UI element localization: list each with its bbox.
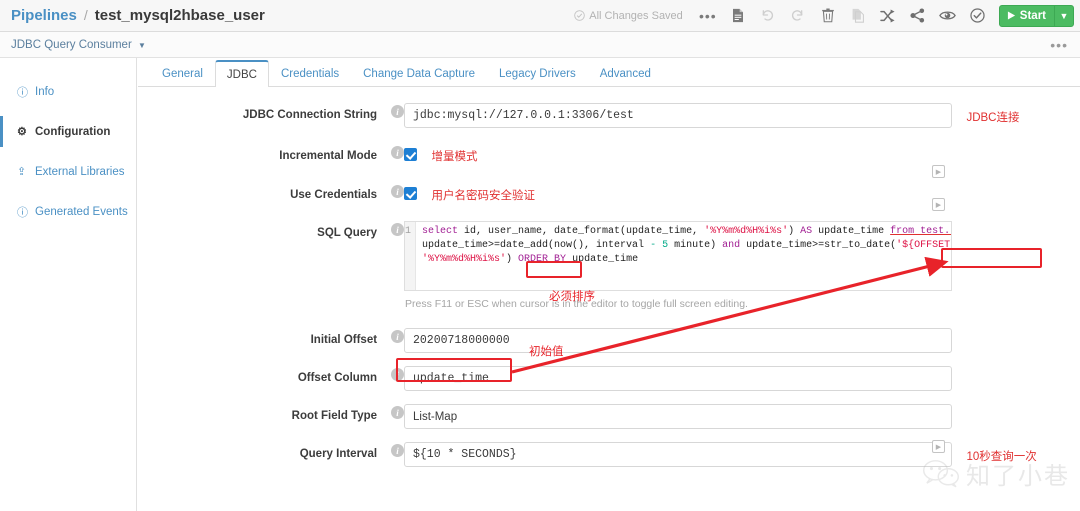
code-line-3: '%Y%m%d%H%i%s') ORDER BY update_time [422, 254, 639, 265]
start-button-group[interactable]: Start ▼ [998, 4, 1074, 27]
sidebar-item-configuration[interactable]: ⚙ Configuration [0, 116, 136, 147]
info-icon[interactable]: i [391, 368, 404, 381]
breadcrumb: Pipelines / test_mysql2hbase_user [0, 7, 265, 24]
stage-selector-label: JDBC Query Consumer [11, 38, 132, 51]
field-row-root-field-type: Root Field Type i [138, 404, 1080, 429]
annotation-incremental-mode: 增量模式 [431, 151, 478, 163]
info-icon[interactable]: i [391, 146, 404, 159]
info-icon[interactable]: i [391, 330, 404, 343]
field-row-initial-offset: Initial Offset i [138, 328, 1080, 353]
sidebar-item-label: Generated Events [35, 205, 128, 218]
pipeline-config-screen: Pipelines / test_mysql2hbase_user All Ch… [0, 0, 1080, 511]
tab-advanced[interactable]: Advanced [588, 60, 663, 87]
expression-toggle-icon-incremental-mode[interactable]: ▶ [932, 165, 945, 178]
header-toolbar: All Changes Saved ••• Start ▼ [574, 0, 1080, 32]
sidebar-item-info[interactable]: ⓘ Info [0, 76, 136, 107]
field-row-sql-query: SQL Query i 1 select id, user_name, date… [138, 221, 1080, 310]
incremental-mode-label: Incremental Mode [279, 150, 378, 162]
code-line-2: update_time>=date_add(now(), interval - … [422, 240, 951, 251]
sql-query-editor[interactable]: 1 select id, user_name, date_format(upda… [404, 221, 952, 291]
sidebar-item-generated-events[interactable]: ⓘ Generated Events [0, 196, 136, 227]
upload-icon: ⇪ [17, 166, 27, 178]
field-row-offset-column: Offset Column i [138, 366, 1080, 391]
annotation-use-credentials: 用户名密码安全验证 [431, 190, 535, 202]
stage-more-options-icon[interactable]: ••• [1050, 38, 1068, 52]
stage-selector-bar: JDBC Query Consumer ▼ ••• [0, 32, 1080, 58]
info-icon[interactable]: i [391, 185, 404, 198]
page-title: test_mysql2hbase_user [94, 7, 265, 24]
tab-jdbc[interactable]: JDBC [214, 60, 269, 87]
validate-check-icon[interactable] [963, 0, 993, 32]
info-icon[interactable]: i [391, 406, 404, 419]
offset-column-label: Offset Column [297, 372, 378, 384]
initial-offset-label: Initial Offset [310, 334, 378, 346]
annotation-query-interval: 10秒查询一次 [966, 451, 1037, 463]
info-icon: ⓘ [17, 86, 28, 99]
root-field-type-select[interactable] [404, 404, 952, 429]
duplicate-icon [843, 0, 873, 32]
gear-icon: ⚙ [17, 126, 27, 138]
annotation-initial-value: 初始值 [529, 346, 564, 358]
save-status-label: All Changes Saved [589, 9, 683, 22]
eye-icon[interactable] [933, 0, 963, 32]
start-button-label: Start [1019, 9, 1046, 22]
jdbc-config-form: JDBC Connection String i JDBC连接 Incremen… [138, 87, 1080, 467]
tab-general[interactable]: General [150, 60, 215, 87]
info-icon[interactable]: i [391, 444, 404, 457]
use-credentials-label: Use Credentials [290, 189, 378, 201]
play-icon [1007, 11, 1015, 20]
sidebar-item-label: Info [35, 85, 55, 98]
expression-toggle-icon-use-credentials[interactable]: ▶ [932, 198, 945, 211]
shuffle-icon[interactable] [873, 0, 903, 32]
tab-change-data-capture[interactable]: Change Data Capture [351, 60, 487, 87]
sidebar-item-label: Configuration [35, 125, 111, 138]
sql-query-code[interactable]: select id, user_name, date_format(update… [416, 222, 951, 290]
incremental-mode-checkbox[interactable] [404, 148, 417, 161]
info-icon[interactable]: i [391, 105, 404, 118]
check-circle-icon [574, 10, 585, 21]
sql-query-hint: Press F11 or ESC when cursor is in the e… [405, 298, 748, 310]
share-icon[interactable] [903, 0, 933, 32]
code-line-1: select id, user_name, date_format(update… [422, 226, 951, 237]
info-icon: ⓘ [17, 206, 28, 219]
query-interval-input[interactable] [404, 442, 952, 467]
sidebar-item-label: External Libraries [35, 165, 125, 178]
root-field-type-label: Root Field Type [291, 410, 378, 422]
info-icon[interactable]: i [391, 223, 404, 236]
more-options-icon[interactable]: ••• [693, 0, 723, 32]
preview-document-icon[interactable] [723, 0, 753, 32]
start-button[interactable]: Start [1000, 6, 1054, 26]
line-number: 1 [405, 226, 412, 237]
start-dropdown-caret[interactable]: ▼ [1054, 5, 1073, 26]
tab-credentials[interactable]: Credentials [269, 60, 351, 87]
breadcrumb-separator: / [83, 7, 88, 23]
config-sidebar: ⓘ Info ⚙ Configuration ⇪ External Librar… [0, 58, 137, 511]
undo-icon [753, 0, 783, 32]
editor-gutter: 1 [405, 222, 417, 290]
sql-query-label: SQL Query [317, 227, 378, 239]
save-status: All Changes Saved [574, 10, 683, 22]
initial-offset-input[interactable] [404, 328, 952, 353]
offset-column-input[interactable] [404, 366, 952, 391]
annotation-order-by-required: 必须排序 [549, 291, 595, 303]
delete-icon[interactable] [813, 0, 843, 32]
jdbc-connection-string-label: JDBC Connection String [242, 109, 378, 121]
annotation-jdbc-connection: JDBC连接 [966, 112, 1020, 124]
redo-icon [783, 0, 813, 32]
tab-legacy-drivers[interactable]: Legacy Drivers [487, 60, 588, 87]
config-tabs: General JDBC Credentials Change Data Cap… [138, 58, 1080, 87]
stage-selector[interactable]: JDBC Query Consumer ▼ [0, 39, 146, 51]
query-interval-label: Query Interval [299, 448, 378, 460]
jdbc-connection-string-input[interactable] [404, 103, 952, 128]
expression-toggle-icon-root-field-type[interactable]: ▶ [932, 440, 945, 453]
top-header-bar: Pipelines / test_mysql2hbase_user All Ch… [0, 0, 1080, 32]
field-row-jdbc-connection-string: JDBC Connection String i JDBC连接 [138, 103, 1080, 128]
breadcrumb-pipelines-link[interactable]: Pipelines [11, 7, 77, 24]
sidebar-item-external-libraries[interactable]: ⇪ External Libraries [0, 156, 136, 187]
chevron-down-icon: ▼ [138, 40, 146, 50]
use-credentials-checkbox[interactable] [404, 187, 417, 200]
